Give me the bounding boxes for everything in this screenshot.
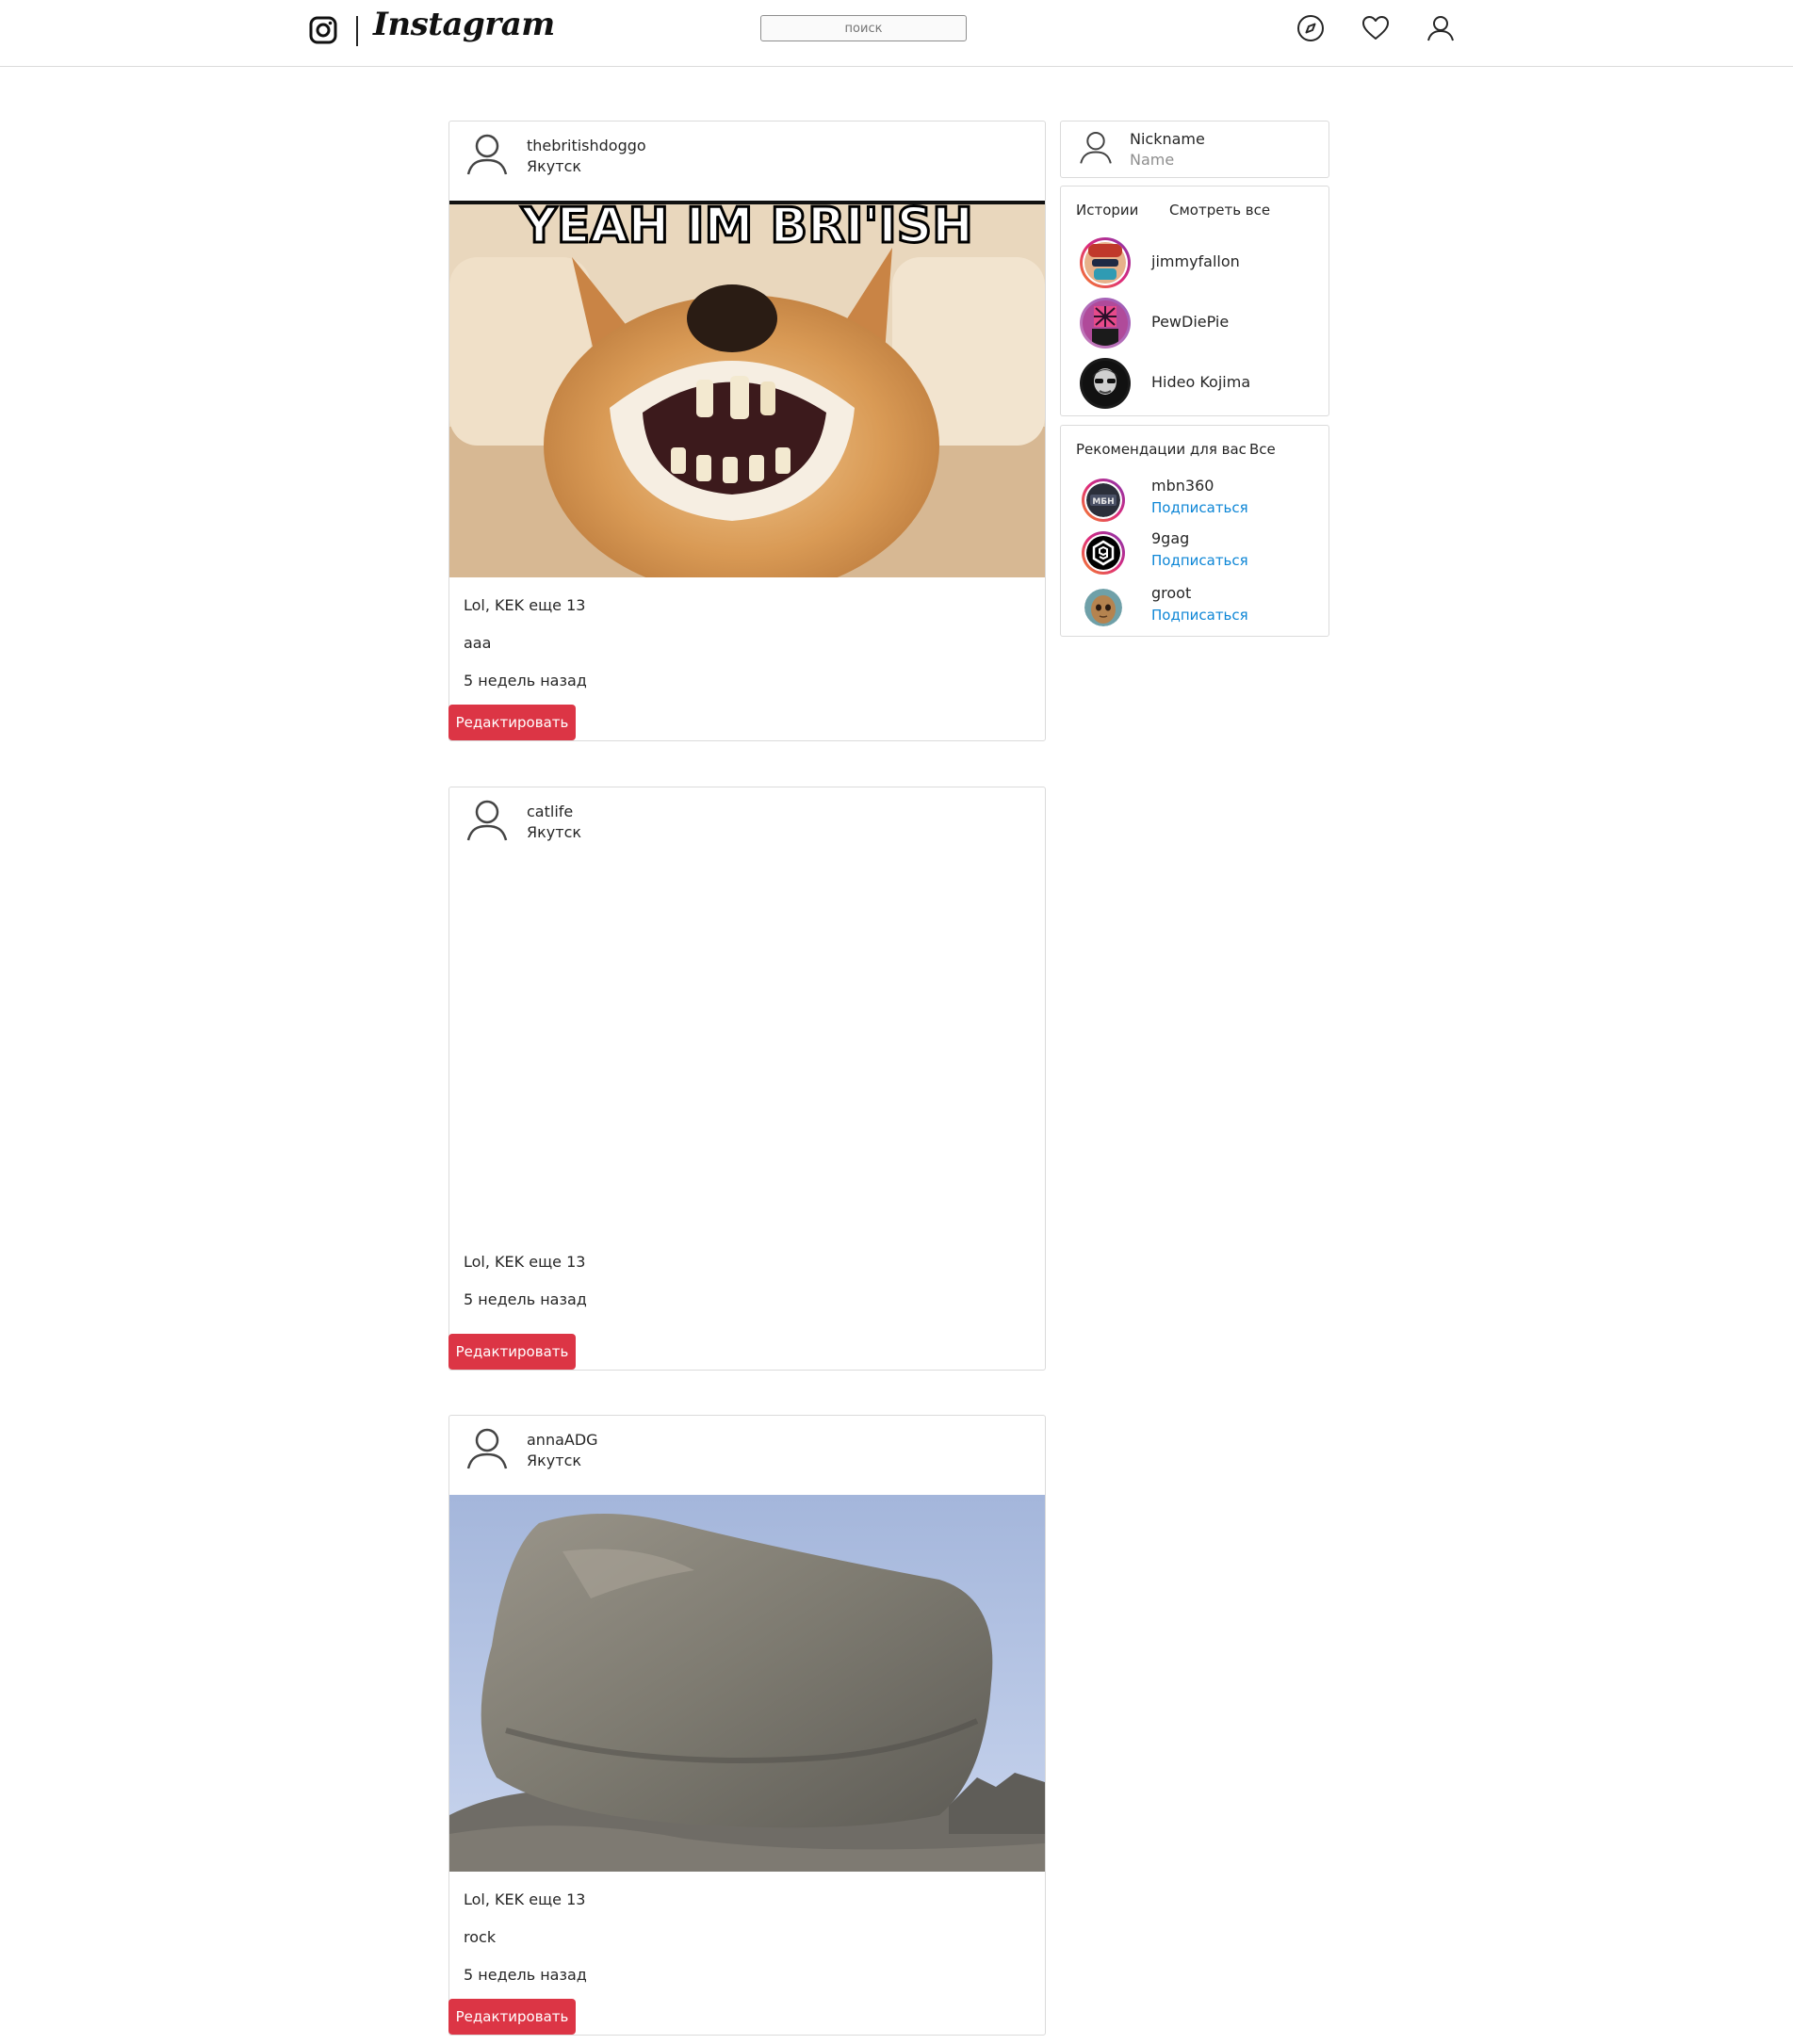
hideo-kojima-avatar xyxy=(1083,361,1128,406)
user-avatar-icon[interactable] xyxy=(465,131,510,176)
post-username[interactable]: annaADG xyxy=(527,1431,598,1449)
post-timestamp: 5 недель назад xyxy=(464,1290,587,1308)
9gag-avatar xyxy=(1084,534,1122,572)
story-ring xyxy=(1080,358,1131,409)
post-username[interactable]: thebritishdoggo xyxy=(527,137,646,154)
groot-avatar xyxy=(1084,589,1122,626)
post-caption: rock xyxy=(464,1928,497,1946)
post-card: thebritishdoggo Якутск YEAH IM BRI'ISH L… xyxy=(448,121,1046,741)
user-avatar-icon[interactable] xyxy=(465,1425,510,1470)
recommendations-all-link[interactable]: Все xyxy=(1249,441,1276,458)
post-likes: Lol, KEK еще 13 xyxy=(464,1253,586,1271)
jimmyfallon-avatar xyxy=(1083,240,1128,285)
user-icon[interactable] xyxy=(1426,13,1456,43)
post-location[interactable]: Якутск xyxy=(527,157,581,175)
story-item[interactable]: Hideo Kojima xyxy=(1080,358,1306,411)
story-item[interactable]: jimmyfallon xyxy=(1080,237,1306,290)
post-header: annaADG Якутск xyxy=(449,1416,1045,1495)
post-header: catlife Якутск xyxy=(449,787,1045,867)
logo-divider xyxy=(356,16,358,46)
post-timestamp: 5 недель назад xyxy=(464,1966,587,1984)
recommendation-item: МБН mbn360 Подписаться xyxy=(1082,477,1308,524)
follow-link[interactable]: Подписаться xyxy=(1151,499,1248,516)
pewdiepie-avatar xyxy=(1083,300,1128,346)
story-ring[interactable] xyxy=(1082,531,1125,575)
top-navigation-bar: Instagram xyxy=(0,0,1793,67)
story-ring xyxy=(1080,237,1131,288)
profile-name: Name xyxy=(1130,151,1175,169)
search-input[interactable] xyxy=(760,15,967,41)
heart-icon[interactable] xyxy=(1361,13,1391,43)
recommendation-username[interactable]: mbn360 xyxy=(1151,477,1214,495)
post-username[interactable]: catlife xyxy=(527,803,573,820)
follow-link[interactable]: Подписаться xyxy=(1151,607,1248,624)
post-image[interactable]: YEAH IM BRI'ISH xyxy=(449,201,1045,577)
post-likes: Lol, KEK еще 13 xyxy=(464,1890,586,1908)
story-item[interactable]: PewDiePie xyxy=(1080,298,1306,350)
post-image[interactable] xyxy=(449,1495,1045,1872)
post-card: catlife Якутск Lol, KEK еще 13 5 недель … xyxy=(448,787,1046,1371)
post-likes: Lol, KEK еще 13 xyxy=(464,596,586,614)
story-username: jimmyfallon xyxy=(1151,252,1240,270)
instagram-glyph-icon[interactable] xyxy=(308,15,338,45)
mbn-badge-text: МБН xyxy=(1092,497,1114,507)
post-location[interactable]: Якутск xyxy=(527,823,581,841)
user-avatar-icon[interactable] xyxy=(1078,129,1114,165)
edit-button[interactable]: Редактировать xyxy=(448,1334,576,1370)
meme-caption-text: YEAH IM BRI'ISH xyxy=(520,201,973,254)
recommendation-item: groot Подписаться xyxy=(1082,584,1308,631)
post-timestamp: 5 недель назад xyxy=(464,672,587,689)
mbn360-avatar: МБН xyxy=(1084,481,1122,519)
edit-button[interactable]: Редактировать xyxy=(448,1999,576,2035)
instagram-wordmark[interactable]: Instagram xyxy=(373,6,555,43)
recommendations-card: Рекомендации для вас Все МБН mbn360 Подп… xyxy=(1060,425,1329,637)
profile-card: Nickname Name xyxy=(1060,121,1329,178)
edit-button[interactable]: Редактировать xyxy=(448,705,576,740)
boulder-photo xyxy=(449,1495,1045,1872)
shiba-meme-image: YEAH IM BRI'ISH xyxy=(449,201,1045,577)
recommendation-username[interactable]: 9gag xyxy=(1151,529,1189,547)
recommendation-username[interactable]: groot xyxy=(1151,584,1191,602)
story-ring[interactable] xyxy=(1082,586,1125,629)
stories-see-all-link[interactable]: Смотреть все xyxy=(1169,202,1270,219)
post-location[interactable]: Якутск xyxy=(527,1452,581,1469)
story-ring xyxy=(1080,298,1131,349)
recommendation-item: 9gag Подписаться xyxy=(1082,529,1308,576)
post-caption: aaa xyxy=(464,634,492,652)
post-image-empty[interactable] xyxy=(449,867,1045,1243)
profile-nickname[interactable]: Nickname xyxy=(1130,130,1205,148)
stories-card: Истории Смотреть все jimmyfallon PewDieP… xyxy=(1060,186,1329,416)
post-header: thebritishdoggo Якутск xyxy=(449,122,1045,201)
stories-title: Истории xyxy=(1076,202,1139,219)
recommendations-title: Рекомендации для вас xyxy=(1076,441,1247,458)
story-username: PewDiePie xyxy=(1151,313,1230,331)
post-card: annaADG Якутск Lol, KEK еще 13 rock 5 не… xyxy=(448,1415,1046,2036)
story-ring[interactable]: МБН xyxy=(1082,479,1125,522)
follow-link[interactable]: Подписаться xyxy=(1151,552,1248,569)
user-avatar-icon[interactable] xyxy=(465,797,510,842)
compass-icon[interactable] xyxy=(1296,13,1326,43)
story-username: Hideo Kojima xyxy=(1151,373,1251,391)
